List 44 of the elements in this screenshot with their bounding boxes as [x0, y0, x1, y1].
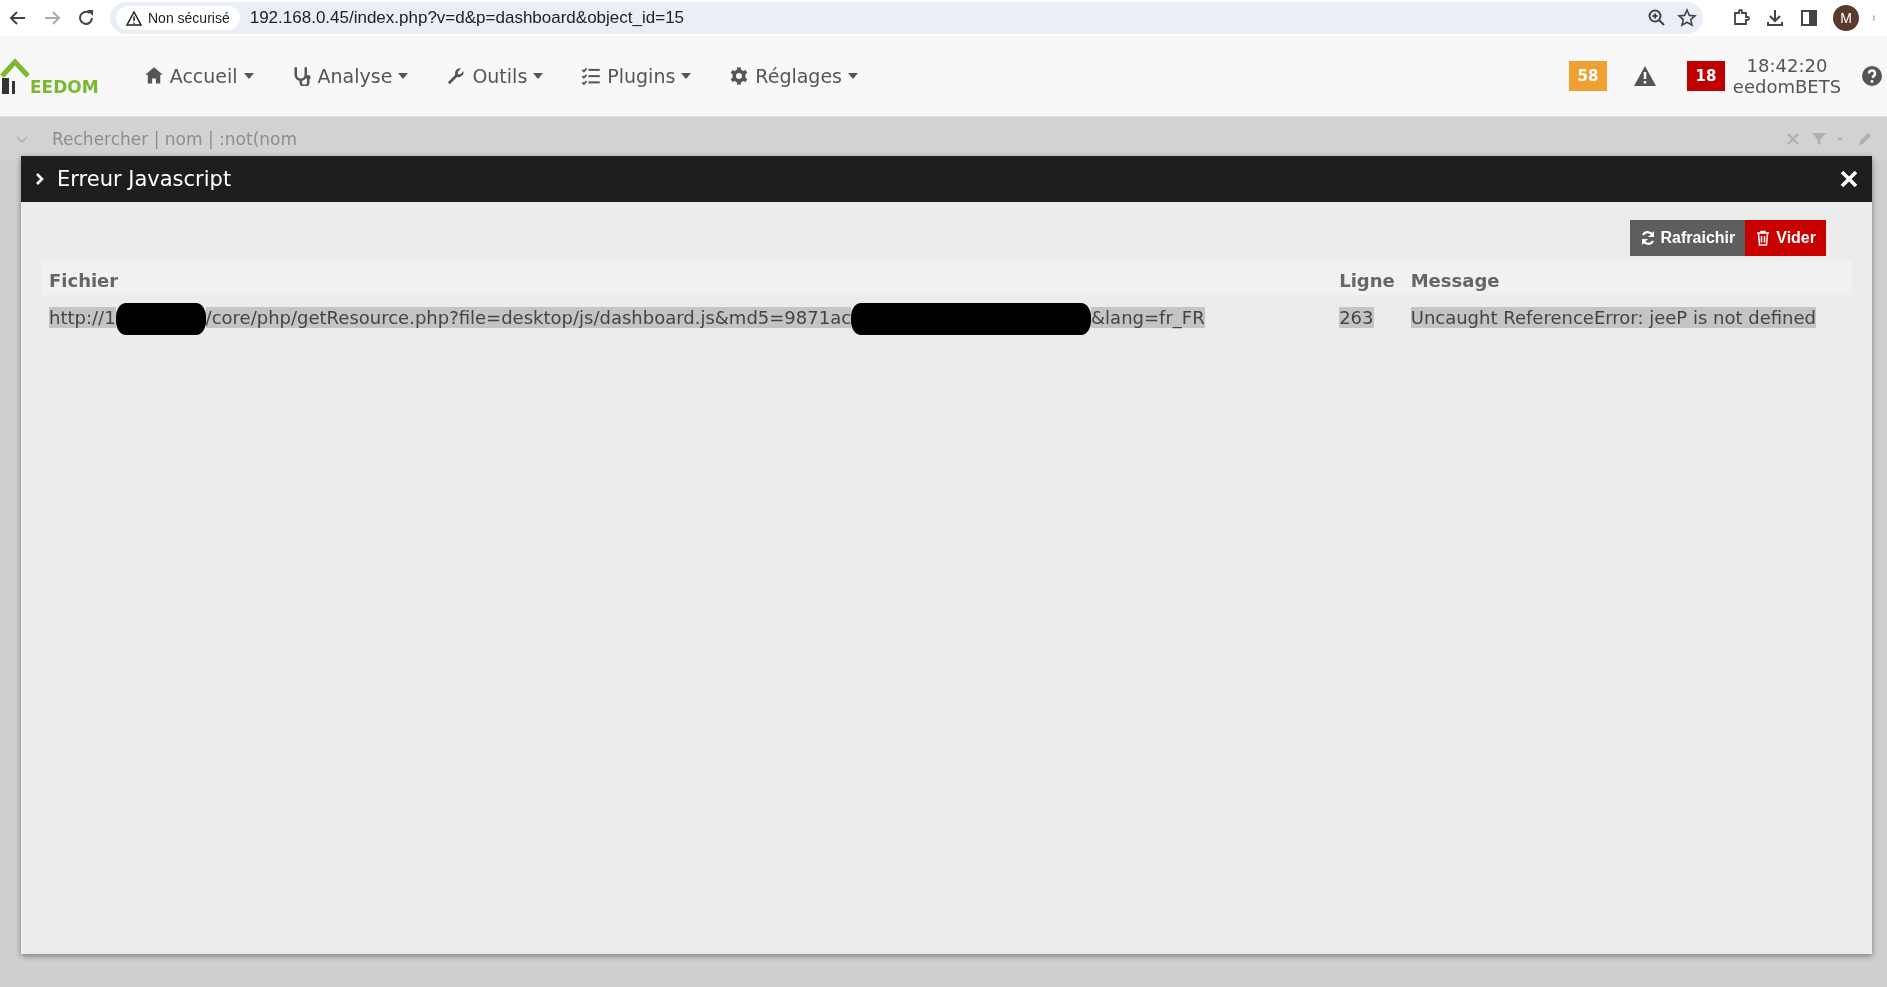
zoom-icon[interactable] — [1647, 8, 1667, 28]
caret-icon — [681, 73, 692, 79]
star-icon[interactable] — [1677, 8, 1697, 28]
trash-icon — [1755, 230, 1772, 246]
file-url-text: &lang=fr_FR — [1091, 307, 1205, 328]
table-cell: Uncaught ReferenceError: jeeP is not defined — [1410, 307, 1816, 328]
file-url-text: http://1 — [49, 307, 116, 328]
cog-icon — [729, 66, 750, 86]
address-field[interactable]: 192.168.0.45/index.php?v=d&p=dashboard&object_id=15 — [249, 8, 1637, 28]
table-cell: 263 — [1339, 307, 1374, 328]
help-icon[interactable] — [1861, 65, 1883, 87]
alert-count-badge[interactable]: 18 — [1687, 61, 1725, 91]
column-header: Message — [1402, 260, 1852, 295]
nav-menu[interactable]: Accueil — [143, 65, 254, 87]
warning-icon — [126, 10, 142, 26]
close-button[interactable] — [1840, 170, 1858, 188]
system-name: eedomBETS — [1732, 76, 1842, 97]
refresh-button[interactable]: Rafraichir — [1629, 220, 1746, 256]
nav-menu[interactable]: Plugins — [581, 65, 692, 87]
download-icon[interactable] — [1765, 8, 1785, 28]
caret-icon — [848, 73, 858, 79]
profile-avatar[interactable]: M — [1833, 5, 1859, 31]
caret-icon — [533, 73, 544, 79]
refresh-icon — [1639, 230, 1656, 246]
clock-time: 18:42:20 — [1746, 55, 1828, 76]
sidebar-icon[interactable] — [1799, 8, 1819, 28]
security-chip[interactable]: Non sécurisé — [116, 6, 240, 30]
tasks-icon — [581, 66, 602, 86]
warning-icon[interactable] — [1633, 65, 1657, 87]
nav-menu[interactable]: Réglages — [729, 65, 858, 87]
nav-menu[interactable]: Outils — [446, 65, 544, 87]
caret-icon — [243, 73, 254, 79]
clear-button[interactable]: Vider — [1745, 220, 1826, 256]
house-logo-icon — [0, 56, 30, 96]
extension-icon[interactable] — [1731, 8, 1751, 28]
dialog-title: Erreur Javascript — [57, 167, 233, 191]
column-header: Ligne — [1331, 260, 1403, 295]
reload-icon[interactable] — [76, 8, 96, 28]
nav-menu[interactable]: Analyse — [291, 65, 409, 87]
home-icon — [143, 66, 164, 86]
logo-text: EEDOM — [30, 79, 99, 96]
chevron-right-icon — [35, 172, 45, 186]
caret-icon — [398, 73, 409, 79]
column-header: Fichier — [41, 260, 1332, 295]
